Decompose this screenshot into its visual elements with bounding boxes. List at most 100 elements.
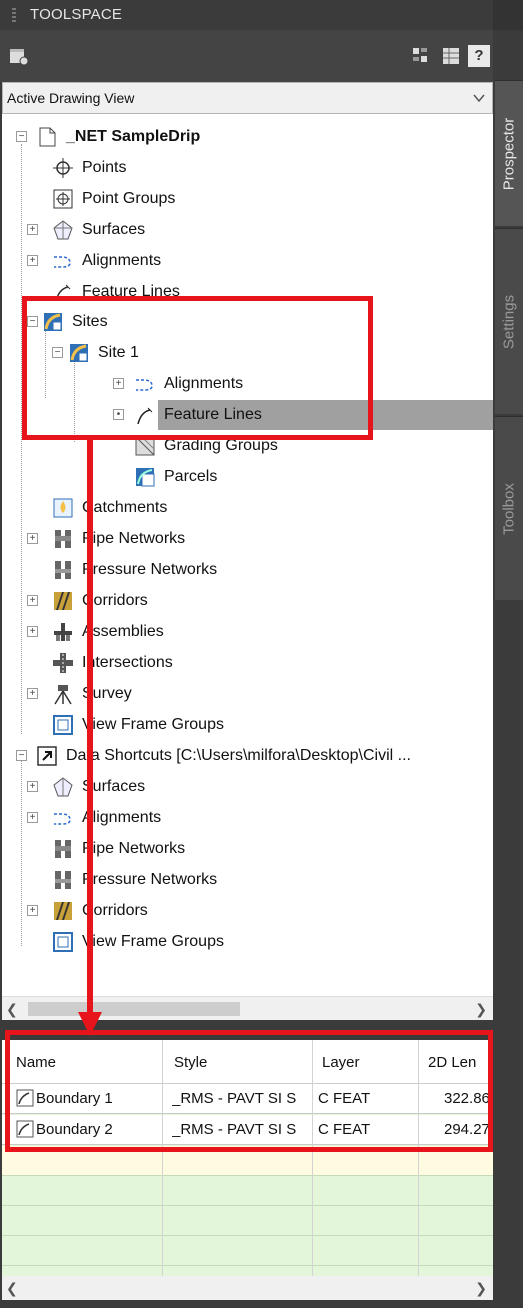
tree-item-points[interactable]: Points: [52, 153, 126, 183]
tree-item-label: Intersections: [82, 654, 173, 671]
point-groups-icon: [52, 188, 74, 210]
drag-grip-icon[interactable]: [12, 8, 16, 24]
scrollbar-thumb[interactable]: [28, 1002, 240, 1016]
titlebar-right-area: [493, 0, 523, 30]
prospector-tree[interactable]: − _NET SampleDrip Points Point Groups + …: [2, 114, 493, 996]
expand-toggle[interactable]: +: [27, 255, 38, 266]
shortcut-icon: [36, 745, 58, 767]
assemblies-icon: [52, 621, 74, 643]
survey-icon: [52, 683, 74, 705]
tree-item-view-frame-groups[interactable]: View Frame Groups: [52, 710, 224, 740]
tab-prospector[interactable]: Prospector: [495, 80, 523, 226]
tree-item-catchments[interactable]: Catchments: [52, 493, 167, 523]
tree-item-label: Alignments: [82, 809, 162, 826]
expand-toggle[interactable]: +: [27, 533, 38, 544]
scroll-right-icon[interactable]: ❯: [475, 1001, 487, 1018]
tree-item-intersections[interactable]: Intersections: [52, 648, 173, 678]
tree-item-label: Catchments: [82, 499, 168, 516]
tree-item-label: Data Shortcuts [C:\Users\milfora\Desktop…: [66, 747, 411, 764]
tab-label: Toolbox: [500, 482, 518, 535]
tree-item-ds-corridors[interactable]: Corridors: [52, 896, 148, 926]
tree-item-parcels[interactable]: Parcels: [134, 462, 217, 492]
toolbar: ?: [0, 30, 493, 82]
collapse-toggle[interactable]: −: [16, 131, 27, 142]
tree-item-pipe-networks[interactable]: Pipe Networks: [52, 524, 185, 554]
tree-item-label: Points: [82, 159, 127, 176]
expand-toggle[interactable]: +: [27, 905, 38, 916]
red-callout-line: [87, 436, 93, 1020]
expand-toggle[interactable]: +: [27, 812, 38, 823]
corridors-icon: [52, 900, 74, 922]
help-button[interactable]: ?: [468, 45, 490, 67]
tree-horizontal-scrollbar[interactable]: ❮ ❯: [2, 996, 493, 1020]
tab-settings[interactable]: Settings: [495, 228, 523, 414]
expand-toggle[interactable]: +: [27, 781, 38, 792]
tree-item-label: Alignments: [82, 252, 162, 269]
points-icon: [52, 157, 74, 179]
tree-item-ds-pressure-networks[interactable]: Pressure Networks: [52, 865, 217, 895]
red-highlight-box-tree: [22, 296, 373, 440]
collapse-toggle[interactable]: −: [16, 750, 27, 761]
tree-item-drawing[interactable]: _NET SampleDrip: [36, 122, 200, 152]
tab-label: Prospector: [500, 117, 518, 190]
tree-item-label: Pipe Networks: [82, 530, 186, 547]
tree-item-pressure-networks[interactable]: Pressure Networks: [52, 555, 217, 585]
tab-toolbox[interactable]: Toolbox: [495, 416, 523, 600]
intersections-icon: [52, 652, 74, 674]
tree-item-ds-alignments[interactable]: Alignments: [52, 803, 161, 833]
red-highlight-box-grid: [5, 1030, 493, 1152]
tree-item-surfaces[interactable]: Surfaces: [52, 215, 145, 245]
pipe-networks-icon: [52, 838, 74, 860]
pressure-networks-icon: [52, 559, 74, 581]
toolspace-tabs: Prospector Settings Toolbox: [493, 30, 523, 1308]
expand-toggle[interactable]: +: [27, 595, 38, 606]
surfaces-icon: [52, 219, 74, 241]
corridors-icon: [52, 590, 74, 612]
tree-item-label: Surfaces: [82, 221, 146, 238]
view-dropdown-value: Active Drawing View: [7, 90, 135, 106]
expand-toggle[interactable]: +: [27, 224, 38, 235]
scroll-left-icon[interactable]: ❮: [6, 1001, 18, 1018]
scroll-left-icon[interactable]: ❮: [6, 1280, 18, 1297]
toolspace-titlebar[interactable]: TOOLSPACE: [0, 0, 523, 30]
tree-view-icon[interactable]: [410, 45, 432, 67]
pressure-networks-icon: [52, 869, 74, 891]
alignments-icon: [52, 250, 74, 272]
tree-item-label: View Frame Groups: [82, 933, 224, 950]
view-dropdown[interactable]: Active Drawing View: [2, 82, 493, 114]
pipe-networks-icon: [52, 528, 74, 550]
alignments-icon: [52, 807, 74, 829]
tree-item-label: Pressure Networks: [82, 871, 218, 888]
parcels-icon: [134, 466, 156, 488]
tree-item-label: Pressure Networks: [82, 561, 218, 578]
list-view-icon[interactable]: [440, 45, 462, 67]
tab-label: Settings: [500, 294, 518, 349]
tree-item-ds-surfaces[interactable]: Surfaces: [52, 772, 145, 802]
tree-item-corridors[interactable]: Corridors: [52, 586, 148, 616]
tree-item-ds-pipe-networks[interactable]: Pipe Networks: [52, 834, 185, 864]
tree-item-label: View Frame Groups: [82, 716, 224, 733]
tree-item-label: Pipe Networks: [82, 840, 186, 857]
tree-item-ds-view-frame-groups[interactable]: View Frame Groups: [52, 927, 224, 957]
surfaces-icon: [52, 776, 74, 798]
toggle-item-view-icon[interactable]: [8, 45, 30, 67]
empty-row: [2, 1176, 493, 1206]
panel-title: TOOLSPACE: [30, 6, 123, 23]
empty-row: [2, 1206, 493, 1236]
scroll-right-icon[interactable]: ❯: [475, 1280, 487, 1297]
catchments-icon: [52, 497, 74, 519]
tree-item-label: Assemblies: [82, 623, 164, 640]
tree-connector: [21, 750, 22, 946]
grid-horizontal-scrollbar[interactable]: ❮ ❯: [2, 1276, 493, 1300]
tree-item-alignments[interactable]: Alignments: [52, 246, 161, 276]
chevron-down-icon[interactable]: [472, 91, 486, 110]
view-frame-groups-icon: [52, 714, 74, 736]
tree-item-label: Point Groups: [82, 190, 176, 207]
expand-toggle[interactable]: +: [27, 626, 38, 637]
empty-row: [2, 1236, 493, 1266]
tree-item-assemblies[interactable]: Assemblies: [52, 617, 164, 647]
tree-item-point-groups[interactable]: Point Groups: [52, 184, 175, 214]
tree-item-label: _NET SampleDrip: [66, 128, 201, 145]
view-frame-groups-icon: [52, 931, 74, 953]
expand-toggle[interactable]: +: [27, 688, 38, 699]
